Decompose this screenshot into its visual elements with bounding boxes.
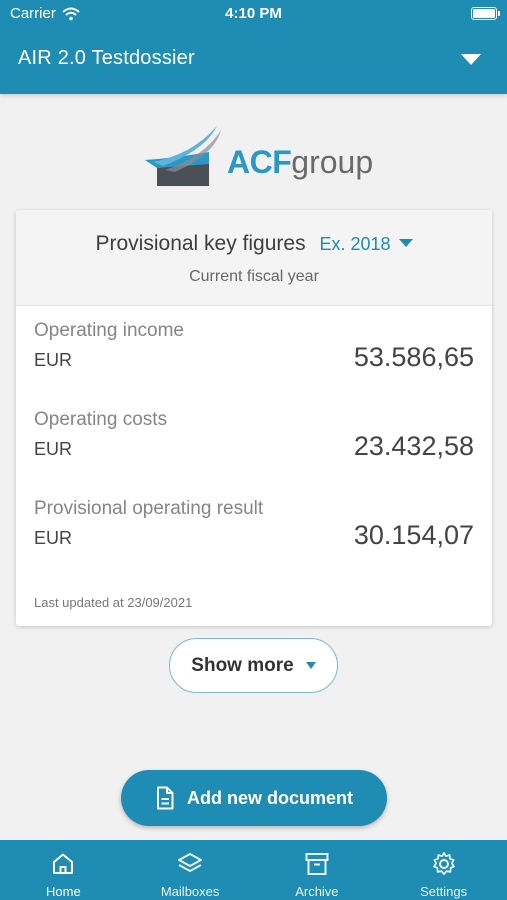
tab-archive[interactable]: Archive (254, 840, 381, 900)
document-icon (157, 786, 174, 810)
tab-settings[interactable]: Settings (380, 840, 507, 900)
show-more-button[interactable]: Show more (169, 638, 338, 693)
metric-currency: EUR (34, 439, 73, 459)
metric-currency: EUR (34, 350, 73, 370)
tab-label: Home (46, 884, 81, 899)
company-logo: ACFgroup (145, 124, 375, 190)
metric-label: Provisional operating result (34, 498, 264, 519)
archive-icon (305, 853, 329, 875)
logo-brand: ACF (227, 144, 292, 180)
home-icon (53, 853, 74, 874)
chevron-down-icon (305, 662, 316, 669)
metric-label: Operating income (34, 320, 184, 341)
battery-icon (471, 7, 500, 20)
metric-value: 30.154,07 (353, 520, 474, 550)
gear-icon (432, 852, 455, 875)
status-bar: Carrier 4:10 PM (0, 0, 507, 28)
logo-mark-icon (145, 126, 221, 186)
tab-mailboxes[interactable]: Mailboxes (127, 840, 254, 900)
dossier-title[interactable]: AIR 2.0 Testdossier (18, 47, 195, 70)
tab-label: Archive (295, 884, 339, 899)
key-figures-title: Provisional key figures (95, 232, 306, 255)
metric-value: 23.432,58 (353, 431, 474, 461)
add-document-button[interactable]: Add new document (121, 770, 387, 826)
metric-currency: EUR (34, 528, 73, 548)
status-time: 4:10 PM (225, 5, 282, 22)
chevron-down-icon[interactable] (398, 239, 413, 247)
metric-operating-result: Provisional operating result EUR 30.154,… (34, 498, 474, 568)
tab-label: Settings (420, 884, 468, 899)
tab-home[interactable]: Home (0, 840, 127, 900)
bottom-tab-bar: Home Mailboxes Archive Settings (0, 840, 507, 900)
metric-operating-costs: Operating costs EUR 23.432,58 (34, 409, 474, 479)
add-document-label: Add new document (187, 787, 353, 808)
metric-operating-income: Operating income EUR 53.586,65 (34, 320, 474, 390)
key-figures-subtitle: Current fiscal year (189, 268, 319, 285)
app-header: Carrier 4:10 PM AIR 2.0 Testdossier (0, 0, 507, 94)
metric-label: Operating costs (34, 409, 168, 430)
key-figures-header: Provisional key figures Ex. 2018 Current… (16, 210, 492, 306)
fiscal-year-selector[interactable]: Ex. 2018 (319, 234, 390, 254)
last-updated-text: Last updated at 23/09/2021 (34, 595, 193, 610)
show-more-label: Show more (191, 654, 294, 676)
dossier-dropdown-icon[interactable] (461, 54, 481, 65)
tab-label: Mailboxes (160, 884, 220, 899)
layers-icon (178, 853, 203, 872)
metric-value: 53.586,65 (353, 342, 474, 372)
logo-suffix: group (291, 144, 374, 180)
key-figures-card: Provisional key figures Ex. 2018 Current… (16, 210, 492, 626)
